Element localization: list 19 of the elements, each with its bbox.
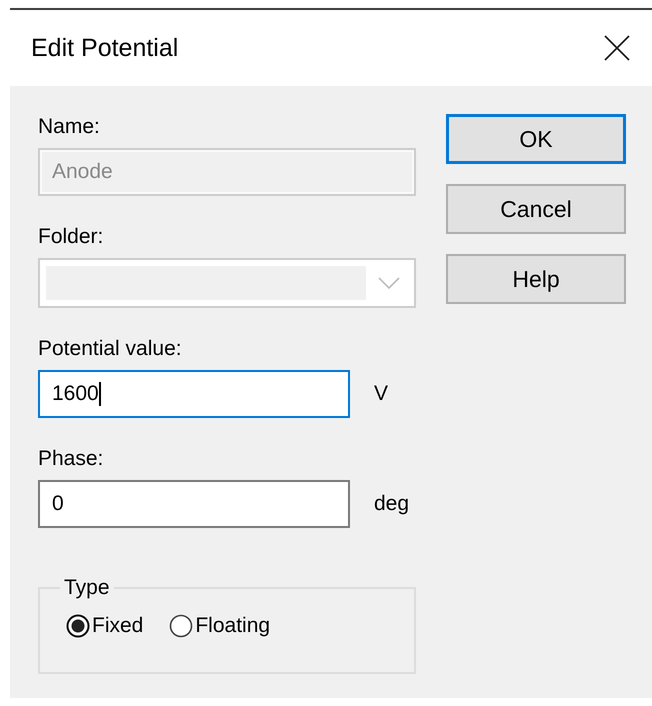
- field-label: Folder:: [38, 224, 104, 250]
- field-label: Phase:: [38, 446, 104, 472]
- close-icon[interactable]: [604, 35, 630, 61]
- dialog-button[interactable]: Cancel: [446, 184, 626, 234]
- field-label: Potential value:: [38, 336, 183, 362]
- group-title: Type: [63, 576, 111, 600]
- radio-option[interactable]: Fixed: [66, 614, 144, 638]
- window-title: Edit Potential: [31, 34, 178, 62]
- radio-option[interactable]: Floating: [169, 614, 270, 638]
- dialog-button[interactable]: OK: [446, 114, 626, 164]
- radio-icon[interactable]: [169, 614, 194, 638]
- chevron-down-icon: [378, 276, 400, 290]
- dialog-button[interactable]: Help: [446, 254, 626, 304]
- text-field[interactable]: 1600: [38, 370, 350, 418]
- unit-label: deg: [374, 492, 410, 516]
- text-field[interactable]: 0: [38, 480, 350, 528]
- radio-icon[interactable]: [66, 614, 90, 638]
- unit-label: V: [374, 382, 388, 406]
- field-label: Name:: [38, 114, 101, 140]
